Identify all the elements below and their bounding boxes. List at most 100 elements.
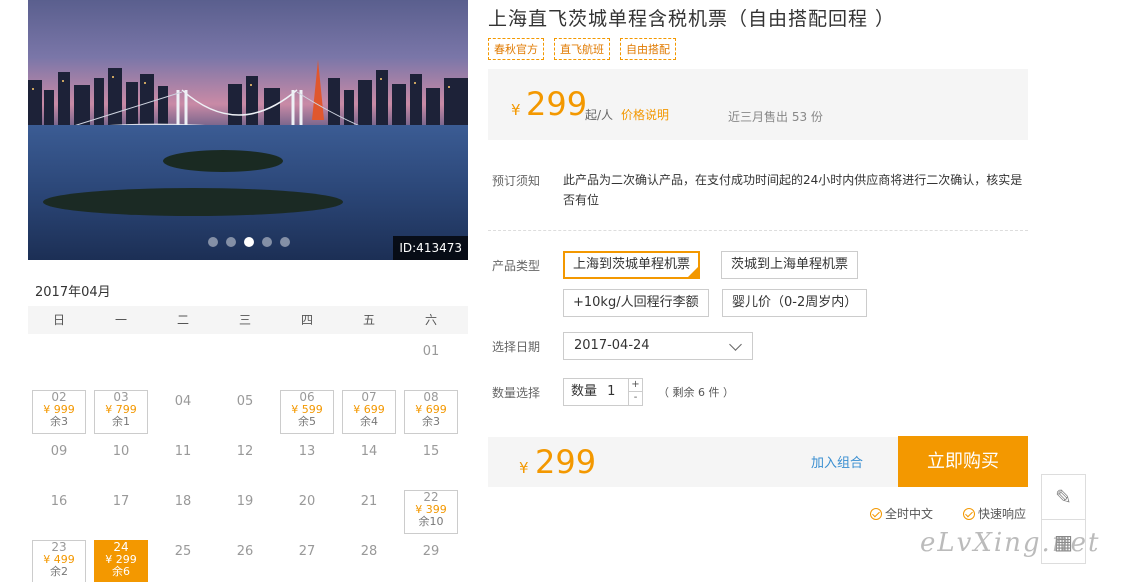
price-unit: 起/人 (585, 108, 614, 122)
option-ibaraki-to-shanghai[interactable]: 茨城到上海单程机票 (721, 251, 859, 279)
calendar-day: 05 (214, 386, 276, 436)
calendar-day (90, 336, 152, 386)
day-number: 29 (422, 544, 440, 559)
day-number: 26 (236, 544, 254, 559)
carousel-dots[interactable] (208, 237, 290, 247)
check-circle-icon (870, 507, 882, 520)
quantity-label: 数量选择 (492, 386, 541, 400)
increment-button[interactable]: + (628, 378, 643, 392)
total-currency: ¥ (519, 459, 529, 477)
price-summary: ¥ 299 起/人 价格说明 近三月售出 53 份 (488, 69, 1028, 140)
product-tag: 春秋官方 (488, 38, 544, 60)
day-number (276, 336, 338, 344)
calendar-day: 14 (338, 436, 400, 486)
buy-now-button[interactable]: 立即购买 (898, 436, 1028, 487)
product-tag: 自由搭配 (620, 38, 676, 60)
calendar-day-available[interactable]: 22 ¥ 399 余10 (400, 486, 462, 536)
day-stock: 余10 (418, 515, 444, 528)
weekday-label: 三 (238, 313, 251, 327)
divider (488, 230, 1028, 231)
calendar-day-available[interactable]: 24 ¥ 299 余6 (90, 536, 152, 582)
day-number: 18 (174, 494, 192, 509)
decrement-button[interactable]: - (628, 392, 643, 406)
calendar-day-available[interactable]: 23 ¥ 499 余2 (28, 536, 90, 582)
day-number: 28 (360, 544, 378, 559)
notice-text: 此产品为二次确认产品，在支付成功时间起的24小时内供应商将进行二次确认，核实是否… (563, 173, 1023, 207)
option-infant-price[interactable]: 婴儿价（0-2周岁内） (722, 289, 868, 317)
island-graphic (43, 188, 343, 216)
badge-label: 快速响应 (978, 507, 1027, 521)
calendar-day: 25 (152, 536, 214, 582)
day-number: 13 (298, 444, 316, 459)
option-extra-baggage[interactable]: +10kg/人回程行李额 (563, 289, 709, 317)
day-number: 07 (361, 390, 377, 404)
day-stock: 余6 (112, 565, 130, 578)
carousel-dot-active[interactable] (244, 237, 254, 247)
day-number: 16 (50, 494, 68, 509)
island-graphic (163, 150, 283, 172)
weekday-label: 五 (362, 313, 375, 327)
selected-check-icon (687, 266, 700, 278)
calendar-day-available[interactable]: 03 ¥ 799 余1 (90, 386, 152, 436)
total-price: 299 (535, 443, 597, 481)
day-number: 25 (174, 544, 192, 559)
edit-feedback-icon[interactable]: ✎ (1042, 475, 1085, 520)
chevron-down-icon (729, 338, 742, 351)
product-title: 上海直飞茨城单程含税机票（自由搭配回程 ） (488, 8, 896, 30)
calendar-day: 15 (400, 436, 462, 486)
calendar-day-available[interactable]: 02 ¥ 999 余3 (28, 386, 90, 436)
option-shanghai-to-ibaraki[interactable]: 上海到茨城单程机票 (563, 251, 701, 279)
carousel-dot[interactable] (280, 237, 290, 247)
sold-count: 近三月售出 53 份 (728, 110, 823, 124)
calendar-day: 21 (338, 486, 400, 536)
day-number: 10 (112, 444, 130, 459)
calendar-day-available[interactable]: 07 ¥ 699 余4 (338, 386, 400, 436)
calendar-day: 27 (276, 536, 338, 582)
calendar-day: 01 (400, 336, 462, 386)
day-number: 09 (50, 444, 68, 459)
day-number: 08 (423, 390, 439, 404)
day-stock: 余3 (50, 415, 68, 428)
calendar-day (338, 336, 400, 386)
option-label: 婴儿价（0-2周岁内） (732, 295, 858, 310)
day-number: 24 (113, 540, 129, 554)
calendar-day: 29 (400, 536, 462, 582)
price-explain-link[interactable]: 价格说明 (621, 106, 669, 123)
carousel-dot[interactable] (262, 237, 272, 247)
day-number (90, 336, 152, 344)
option-label: 上海到茨城单程机票 (573, 257, 691, 272)
service-badge-fast-response: 快速响应 (963, 505, 1026, 522)
calendar-day: 16 (28, 486, 90, 536)
day-number: 06 (299, 390, 315, 404)
day-number: 02 (51, 390, 67, 404)
carousel-dot[interactable] (226, 237, 236, 247)
product-hero-image[interactable]: ID:413473 (28, 0, 468, 260)
quantity-stepper[interactable]: + - (628, 378, 643, 406)
calendar-day: 09 (28, 436, 90, 486)
day-number: 04 (174, 394, 192, 409)
calendar-month-tab[interactable]: 2017年04月 (28, 278, 468, 311)
quantity-field-label: 数量 (571, 384, 598, 399)
add-to-combo-link[interactable]: 加入组合 (811, 452, 863, 471)
calendar-day: 04 (152, 386, 214, 436)
day-number: 19 (236, 494, 254, 509)
quantity-value: 1 (607, 384, 616, 399)
carousel-dot[interactable] (208, 237, 218, 247)
calendar-day (276, 336, 338, 386)
date-select[interactable]: 2017-04-24 (563, 332, 753, 360)
image-id-tag: ID:413473 (393, 236, 468, 260)
day-stock: 余3 (422, 415, 440, 428)
weekday-label: 日 (52, 313, 65, 327)
day-stock: 余2 (50, 565, 68, 578)
calendar-day: 18 (152, 486, 214, 536)
calendar-day-available[interactable]: 08 ¥ 699 余3 (400, 386, 462, 436)
weekday-label: 六 (424, 313, 437, 327)
price-calendar: 日 一 二 三 四 五 六 01 02 ¥ 999 余3 03 ¥ 799 余1 04 05 06 ¥ 599 余… (28, 306, 468, 582)
calendar-grid: 01 02 ¥ 999 余3 03 ¥ 799 余1 04 05 06 ¥ 599 余5 07 ¥ 699… (28, 336, 468, 582)
day-stock: 余4 (360, 415, 378, 428)
day-number: 27 (298, 544, 316, 559)
date-label: 选择日期 (492, 340, 541, 354)
calendar-day-available[interactable]: 06 ¥ 599 余5 (276, 386, 338, 436)
quantity-field[interactable]: 数量 1 (563, 378, 629, 406)
calendar-day: 26 (214, 536, 276, 582)
